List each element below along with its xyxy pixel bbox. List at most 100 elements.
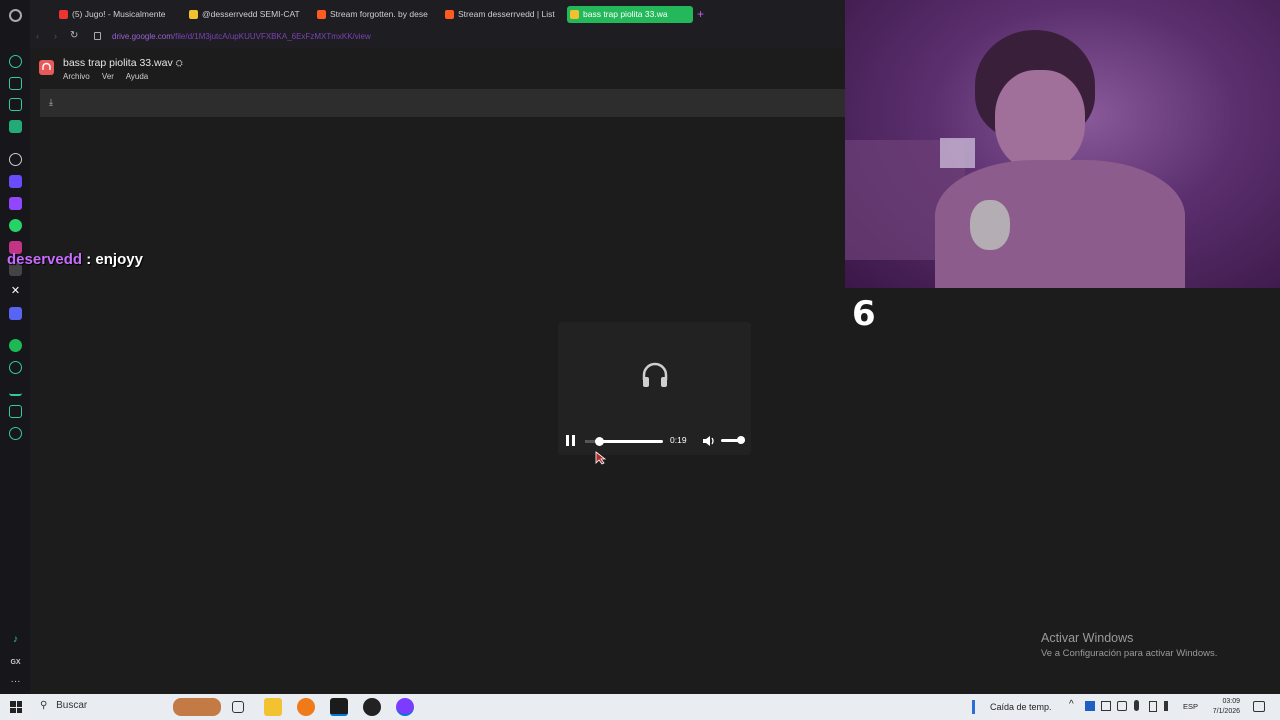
whatsapp-icon[interactable] bbox=[9, 219, 22, 232]
tab-soundcloud-2[interactable]: Stream desserrvedd | List bbox=[442, 6, 558, 23]
music-note-icon[interactable]: ♪ bbox=[9, 634, 22, 647]
clock[interactable]: 03:09 7/1/2026 bbox=[1206, 697, 1240, 717]
mic-icon[interactable] bbox=[1134, 700, 1139, 711]
davinci-icon[interactable] bbox=[330, 698, 348, 716]
windows-start-icon[interactable] bbox=[10, 701, 22, 713]
messenger-icon[interactable] bbox=[9, 120, 22, 133]
weather-icon[interactable] bbox=[972, 700, 982, 714]
file-title: bass trap piolita 33.wav ⛭ bbox=[63, 57, 183, 69]
opera-logo-icon[interactable] bbox=[9, 9, 22, 22]
opera-gx-icon[interactable] bbox=[396, 698, 414, 716]
menu-ver[interactable]: Ver bbox=[102, 72, 114, 81]
file-explorer-icon[interactable] bbox=[264, 698, 282, 716]
volume-knob[interactable] bbox=[737, 436, 746, 444]
clock-time: 03:09 bbox=[1222, 698, 1240, 705]
search-placeholder: Buscar bbox=[56, 700, 88, 711]
gallery-icon[interactable] bbox=[9, 98, 22, 111]
audio-file-icon bbox=[39, 60, 54, 75]
taskbar: ⚲ Buscar Caída de temp. ^ ESP 03:09 7/1/… bbox=[0, 694, 1280, 720]
tab-label: Stream desserrvedd | List bbox=[458, 9, 555, 19]
tab-label: @desserrvedd SEMI-CAT bbox=[202, 9, 300, 19]
volume-icon[interactable] bbox=[702, 434, 716, 446]
tab-youtube[interactable]: (5) Jugo! - Musicalmente bbox=[56, 6, 172, 23]
fl-studio-icon[interactable] bbox=[297, 698, 315, 716]
spotify-icon[interactable] bbox=[9, 339, 22, 352]
chat-overlay: deservedd : enjoyy bbox=[7, 251, 143, 268]
network-icon[interactable] bbox=[1117, 701, 1127, 711]
tab-active-audio[interactable]: bass trap piolita 33.wa bbox=[567, 6, 693, 23]
drive-toolbar: ⤓ bbox=[40, 89, 845, 117]
activation-watermark-subtitle: Ve a Configuración para activar Windows. bbox=[1041, 648, 1218, 659]
lock-icon bbox=[94, 32, 101, 40]
history-icon[interactable] bbox=[9, 361, 22, 374]
usb-icon[interactable] bbox=[1149, 701, 1157, 712]
menu-archivo[interactable]: Archivo bbox=[63, 72, 90, 81]
search-highlight-image[interactable] bbox=[173, 698, 221, 716]
counter-overlay: 6 bbox=[852, 294, 876, 334]
new-tab-button[interactable]: + bbox=[697, 7, 704, 21]
task-view-icon[interactable] bbox=[232, 701, 244, 713]
webcam-window bbox=[940, 138, 975, 168]
headphones-icon bbox=[640, 360, 670, 390]
twitch-icon[interactable] bbox=[9, 197, 22, 210]
language-indicator[interactable]: ESP bbox=[1183, 702, 1198, 711]
soundcloud-icon bbox=[317, 10, 326, 19]
more-icon[interactable]: ··· bbox=[9, 677, 22, 691]
discord-icon[interactable] bbox=[9, 307, 22, 320]
speaker-icon[interactable] bbox=[1164, 701, 1174, 711]
drive-viewer-header: bass trap piolita 33.wav ⛭ Archivo Ver A… bbox=[30, 50, 845, 88]
chrome-icon[interactable] bbox=[363, 698, 381, 716]
tab-label: bass trap piolita 33.wa bbox=[583, 9, 668, 19]
forward-icon[interactable]: › bbox=[54, 31, 57, 41]
download-icon[interactable]: ⤓ bbox=[49, 97, 53, 108]
tab-drive-folder[interactable]: @desserrvedd SEMI-CAT bbox=[186, 6, 302, 23]
x-icon[interactable]: ✕ bbox=[9, 285, 22, 298]
browser-sidebar: ✕ ♪ GX ··· bbox=[0, 0, 30, 694]
taskbar-search[interactable]: ⚲ Buscar bbox=[40, 700, 87, 711]
microphone-icon bbox=[970, 200, 1010, 250]
malwarebytes-icon[interactable] bbox=[1085, 701, 1095, 711]
drive-icon bbox=[570, 10, 579, 19]
url-path: /file/d/1M3jutcA/upKUUVFXBKA_6ExFzMXTmxK… bbox=[172, 32, 371, 41]
mouse-cursor-icon bbox=[594, 451, 607, 465]
volume-slider[interactable] bbox=[721, 436, 746, 444]
chat-separator: : bbox=[86, 251, 92, 268]
drive-icon bbox=[189, 10, 198, 19]
menu-bar: Archivo Ver Ayuda bbox=[63, 72, 158, 81]
settings-icon[interactable] bbox=[9, 427, 22, 440]
share-icon[interactable]: ⛭ bbox=[176, 58, 183, 68]
search-icon: ⚲ bbox=[40, 700, 48, 711]
tab-label: (5) Jugo! - Musicalmente bbox=[72, 9, 166, 19]
cs-icon[interactable] bbox=[9, 175, 22, 188]
refresh-icon[interactable] bbox=[9, 55, 22, 68]
tab-label: Stream forgotten. by dese bbox=[330, 9, 428, 19]
soundcloud-icon bbox=[445, 10, 454, 19]
progress-knob[interactable] bbox=[595, 437, 605, 446]
playback-time: 0:19 bbox=[670, 435, 687, 445]
chatgpt-icon[interactable] bbox=[9, 153, 22, 166]
activation-watermark-title: Activar Windows bbox=[1041, 631, 1134, 645]
aria-icon[interactable] bbox=[9, 77, 22, 90]
youtube-icon bbox=[59, 10, 68, 19]
url-field[interactable]: drive.google.com/file/d/1M3jutcA/upKUUVF… bbox=[112, 32, 371, 41]
tray-app-icon[interactable] bbox=[1101, 701, 1111, 711]
webcam-person-face bbox=[995, 70, 1085, 170]
notification-icon[interactable] bbox=[1253, 701, 1265, 712]
chat-message: enjoyy bbox=[95, 251, 143, 268]
reload-icon[interactable]: ↻ bbox=[70, 30, 78, 41]
pause-button[interactable] bbox=[566, 435, 576, 446]
weather-status[interactable]: Caída de temp. bbox=[990, 702, 1052, 712]
gx-icon[interactable]: GX bbox=[9, 656, 22, 669]
extensions-icon[interactable] bbox=[9, 405, 22, 418]
tab-soundcloud-1[interactable]: Stream forgotten. by dese bbox=[314, 6, 430, 23]
clock-date: 7/1/2026 bbox=[1212, 708, 1240, 715]
chat-username: deservedd bbox=[7, 251, 83, 268]
chevron-up-icon[interactable]: ^ bbox=[1069, 699, 1074, 710]
progress-bar[interactable] bbox=[585, 437, 663, 446]
download-icon[interactable] bbox=[9, 383, 22, 396]
menu-ayuda[interactable]: Ayuda bbox=[126, 72, 149, 81]
back-icon[interactable]: ‹ bbox=[36, 31, 39, 41]
file-name: bass trap piolita 33.wav bbox=[63, 57, 173, 69]
audio-player: 0:19 bbox=[558, 322, 751, 455]
tab-strip: (5) Jugo! - Musicalmente @desserrvedd SE… bbox=[30, 0, 845, 28]
